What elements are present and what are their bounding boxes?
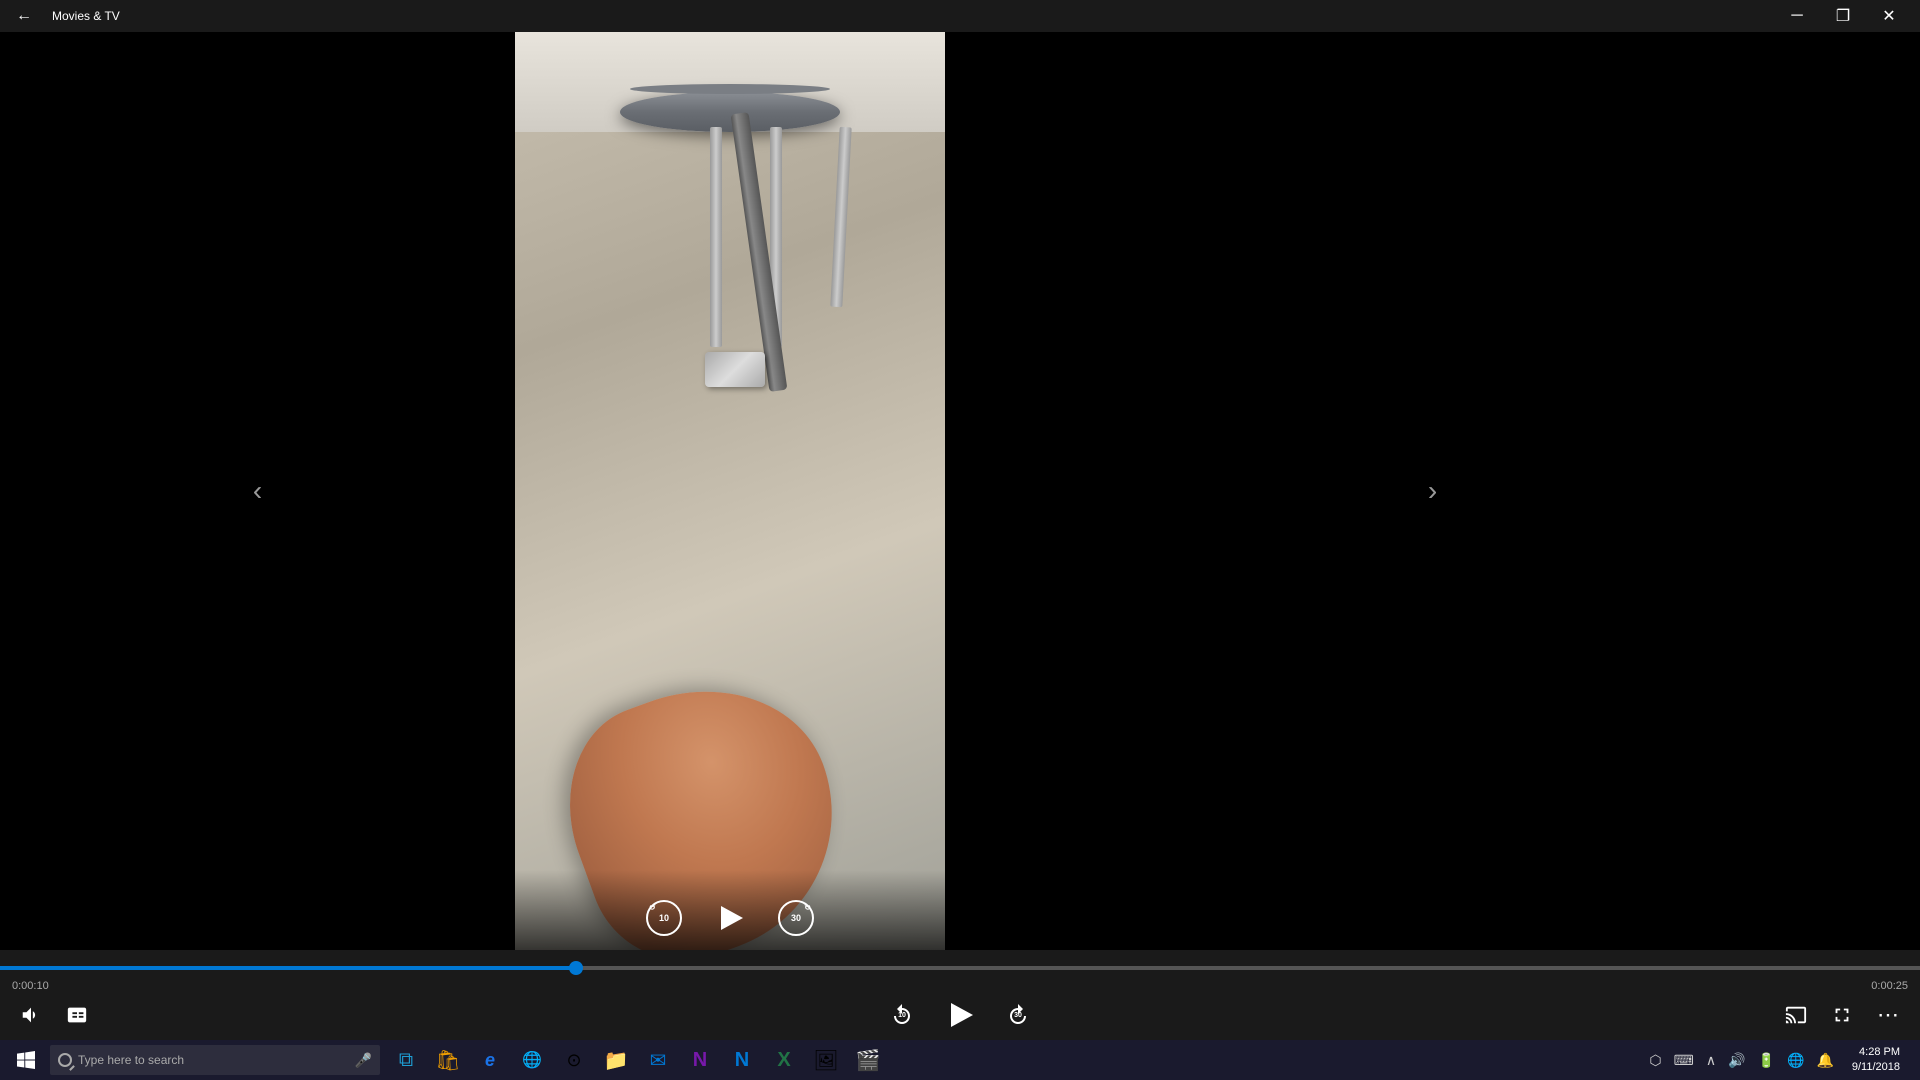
skip-back-button[interactable]: 10	[886, 999, 918, 1031]
films-icon: 🎬	[856, 1048, 881, 1073]
controls-center: 10 30	[886, 997, 1034, 1033]
volume-button[interactable]	[16, 1000, 46, 1030]
play-icon	[712, 900, 748, 936]
prev-button[interactable]: ‹	[241, 465, 274, 517]
progress-container[interactable]	[0, 958, 1920, 978]
skip-back-overlay-button[interactable]: ↺ 10	[646, 900, 682, 936]
tray-notification-icon[interactable]: 🔔	[1812, 1050, 1837, 1071]
tray-volume-icon[interactable]: 🔊	[1724, 1050, 1749, 1071]
time-display: 0:00:10 0:00:25	[0, 978, 1920, 994]
next-button[interactable]: ›	[1416, 465, 1449, 517]
ie-icon: e	[485, 1050, 495, 1071]
taskbar-app-store[interactable]: 🛍	[428, 1040, 468, 1080]
equipment-platform	[620, 92, 840, 132]
tray-network-icon[interactable]: ⬡	[1645, 1050, 1665, 1071]
progress-fill	[0, 966, 576, 970]
tray-up-arrow-icon[interactable]: ∧	[1702, 1050, 1720, 1071]
more-icon: ⋯	[1877, 1002, 1900, 1028]
skip-forward-overlay-button[interactable]: ↻ 30	[778, 900, 814, 936]
explorer-icon: 📁	[604, 1048, 629, 1073]
main-area: ‹ ↺ 10	[0, 32, 1920, 950]
skip-forward-button[interactable]: 30	[1002, 999, 1034, 1031]
video-container: ↺ 10 ↻ 30	[515, 32, 945, 950]
progress-thumb[interactable]	[569, 961, 583, 975]
video-overlay-controls: ↺ 10 ↻ 30	[515, 870, 945, 950]
cast-button[interactable]	[1781, 1000, 1811, 1030]
controls-right: ⋯	[1781, 998, 1904, 1032]
more-options-button[interactable]: ⋯	[1873, 998, 1904, 1032]
volume-icon	[20, 1004, 42, 1026]
start-button[interactable]	[4, 1040, 48, 1080]
skip-forward-circle: ↻ 30	[778, 900, 814, 936]
taskbar-app-edge[interactable]: 🌐	[512, 1040, 552, 1080]
total-time: 0:00:25	[1871, 980, 1908, 992]
store-icon: 🛍	[435, 1048, 460, 1073]
taskbar: Type here to search 🎤 ⧉ 🛍 e 🌐 ⊙ 📁 ✉	[0, 1040, 1920, 1080]
controls-row: 10 30	[0, 998, 1920, 1032]
chrome-icon: ⊙	[566, 1050, 581, 1071]
excel-icon: X	[777, 1049, 790, 1072]
captions-button[interactable]	[62, 1000, 92, 1030]
video-frame	[515, 32, 945, 950]
title-bar: ← Movies & TV ─ ❐ ✕	[0, 0, 1920, 32]
equipment-leg-1	[710, 127, 722, 347]
title-bar-left: ← Movies & TV	[8, 3, 120, 29]
tray-wifi-icon[interactable]: 🌐	[1783, 1050, 1808, 1071]
close-button[interactable]: ✕	[1866, 0, 1912, 32]
system-tray: ⬡ ⌨ ∧ 🔊 🔋 🌐 🔔	[1645, 1050, 1837, 1071]
taskbar-app-onenote-blue[interactable]: N	[722, 1040, 762, 1080]
fullscreen-button[interactable]	[1827, 1000, 1857, 1030]
taskbar-clock[interactable]: 4:28 PM 9/11/2018	[1844, 1045, 1908, 1076]
right-panel: ›	[945, 32, 1920, 950]
progress-track[interactable]	[0, 966, 1920, 970]
taskbar-app-chrome[interactable]: ⊙	[554, 1040, 594, 1080]
play-button[interactable]	[942, 997, 978, 1033]
taskbar-search[interactable]: Type here to search 🎤	[50, 1045, 380, 1075]
taskbar-app-films[interactable]: 🎬	[848, 1040, 888, 1080]
current-time: 0:00:10	[12, 980, 49, 992]
window-controls: ─ ❐ ✕	[1774, 0, 1912, 32]
outlook-icon: ✉	[650, 1048, 667, 1073]
connector-box	[705, 352, 765, 387]
minimize-button[interactable]: ─	[1774, 0, 1820, 32]
edge-icon: 🌐	[522, 1050, 542, 1070]
fullscreen-icon	[1831, 1004, 1853, 1026]
onenote-blue-icon: N	[735, 1049, 749, 1072]
tray-keyboard-icon[interactable]: ⌨	[1670, 1050, 1698, 1071]
app-title: Movies & TV	[52, 9, 120, 23]
controls-bar: 0:00:10 0:00:25	[0, 950, 1920, 1040]
onenote-purple-icon: N	[693, 1049, 707, 1072]
microphone-icon: 🎤	[355, 1052, 372, 1069]
tray-battery-icon[interactable]: 🔋	[1754, 1050, 1779, 1071]
play-overlay-button[interactable]	[712, 900, 748, 936]
search-placeholder-text: Type here to search	[78, 1053, 184, 1067]
left-panel: ‹	[0, 32, 515, 950]
captions-icon	[66, 1004, 88, 1026]
play-triangle-ctrl	[951, 1003, 973, 1027]
search-icon	[58, 1053, 72, 1067]
skip-back-circle: ↺ 10	[646, 900, 682, 936]
taskbar-app-ie[interactable]: e	[470, 1040, 510, 1080]
clock-date: 9/11/2018	[1852, 1060, 1900, 1075]
restore-button[interactable]: ❐	[1820, 0, 1866, 32]
taskbar-app-taskview[interactable]: ⧉	[386, 1040, 426, 1080]
taskbar-apps: ⧉ 🛍 e 🌐 ⊙ 📁 ✉ N N	[386, 1040, 888, 1080]
back-button[interactable]: ←	[8, 3, 40, 29]
play-triangle	[721, 906, 743, 930]
controls-left	[16, 1000, 92, 1030]
photos-icon: 🖼	[813, 1048, 838, 1073]
equipment-leg-3	[830, 127, 851, 307]
windows-icon	[17, 1051, 35, 1069]
taskbar-app-photos[interactable]: 🖼	[806, 1040, 846, 1080]
taskbar-app-onenote-purple[interactable]: N	[680, 1040, 720, 1080]
taskbar-app-explorer[interactable]: 📁	[596, 1040, 636, 1080]
taskbar-right: ⬡ ⌨ ∧ 🔊 🔋 🌐 🔔 4:28 PM 9/11/2018	[1645, 1045, 1916, 1076]
cast-icon	[1785, 1004, 1807, 1026]
taskbar-app-outlook[interactable]: ✉	[638, 1040, 678, 1080]
taskbar-app-excel[interactable]: X	[764, 1040, 804, 1080]
taskview-icon: ⧉	[399, 1049, 413, 1072]
clock-time: 4:28 PM	[1852, 1045, 1900, 1060]
